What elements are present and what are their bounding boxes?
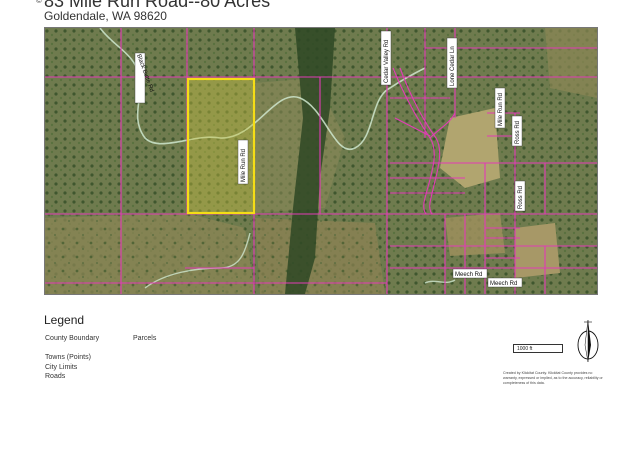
aerial-map[interactable]: Cedar Valley Rd Lone Cedar Ln Mile Run R… <box>44 27 598 295</box>
road-label-mile-run-south: Mile Run Rd <box>237 139 249 185</box>
map-canvas: Cedar Valley Rd Lone Cedar Ln Mile Run R… <box>45 28 597 294</box>
sparse-texture <box>45 213 385 294</box>
north-arrow-icon <box>577 319 599 363</box>
road-label-cedar-valley: Cedar Valley Rd <box>380 30 392 86</box>
road-label-lone-cedar: Lone Cedar Ln <box>446 37 458 89</box>
pasture-southeast <box>515 223 560 278</box>
road-label-text: Meech Rd <box>490 281 517 287</box>
legend-roads: Roads <box>45 373 66 380</box>
legend-towns: Towns (Points) <box>45 354 91 361</box>
road-label-text: Ross Rd <box>518 186 524 209</box>
road-label-text: Ross Rd <box>515 121 521 144</box>
pasture-mid <box>445 213 505 256</box>
legend-city-limits: City Limits <box>45 364 78 371</box>
credit-text: Created by Klickitat County. Klickitat C… <box>503 371 603 385</box>
clearing-northeast <box>545 28 597 98</box>
copyright-mark: © <box>36 0 42 5</box>
scale-label: 1000 ft <box>517 346 533 352</box>
legend-parcels: Parcels <box>133 335 157 342</box>
road-label-text: Meech Rd <box>455 272 482 278</box>
road-label-ross-south: Ross Rd <box>514 180 526 212</box>
road-label-ross-north: Ross Rd <box>511 115 523 147</box>
road-label-text: Cedar Valley Rd <box>384 40 390 83</box>
legend-county-boundary: County Boundary <box>45 335 100 342</box>
road-label-meech-east: Meech Rd <box>487 277 523 288</box>
road-label-text: Lone Cedar Ln <box>450 46 456 86</box>
page-subtitle: Goldendale, WA 98620 <box>44 9 167 23</box>
legend-title: Legend <box>44 313 85 327</box>
road-label-mile-run-north: Mile Run Rd <box>494 87 506 129</box>
road-label-meech-west: Meech Rd <box>452 268 488 279</box>
road-label-text: Mile Run Rd <box>498 93 504 126</box>
road-label-text: Mile Run Rd <box>241 149 247 182</box>
